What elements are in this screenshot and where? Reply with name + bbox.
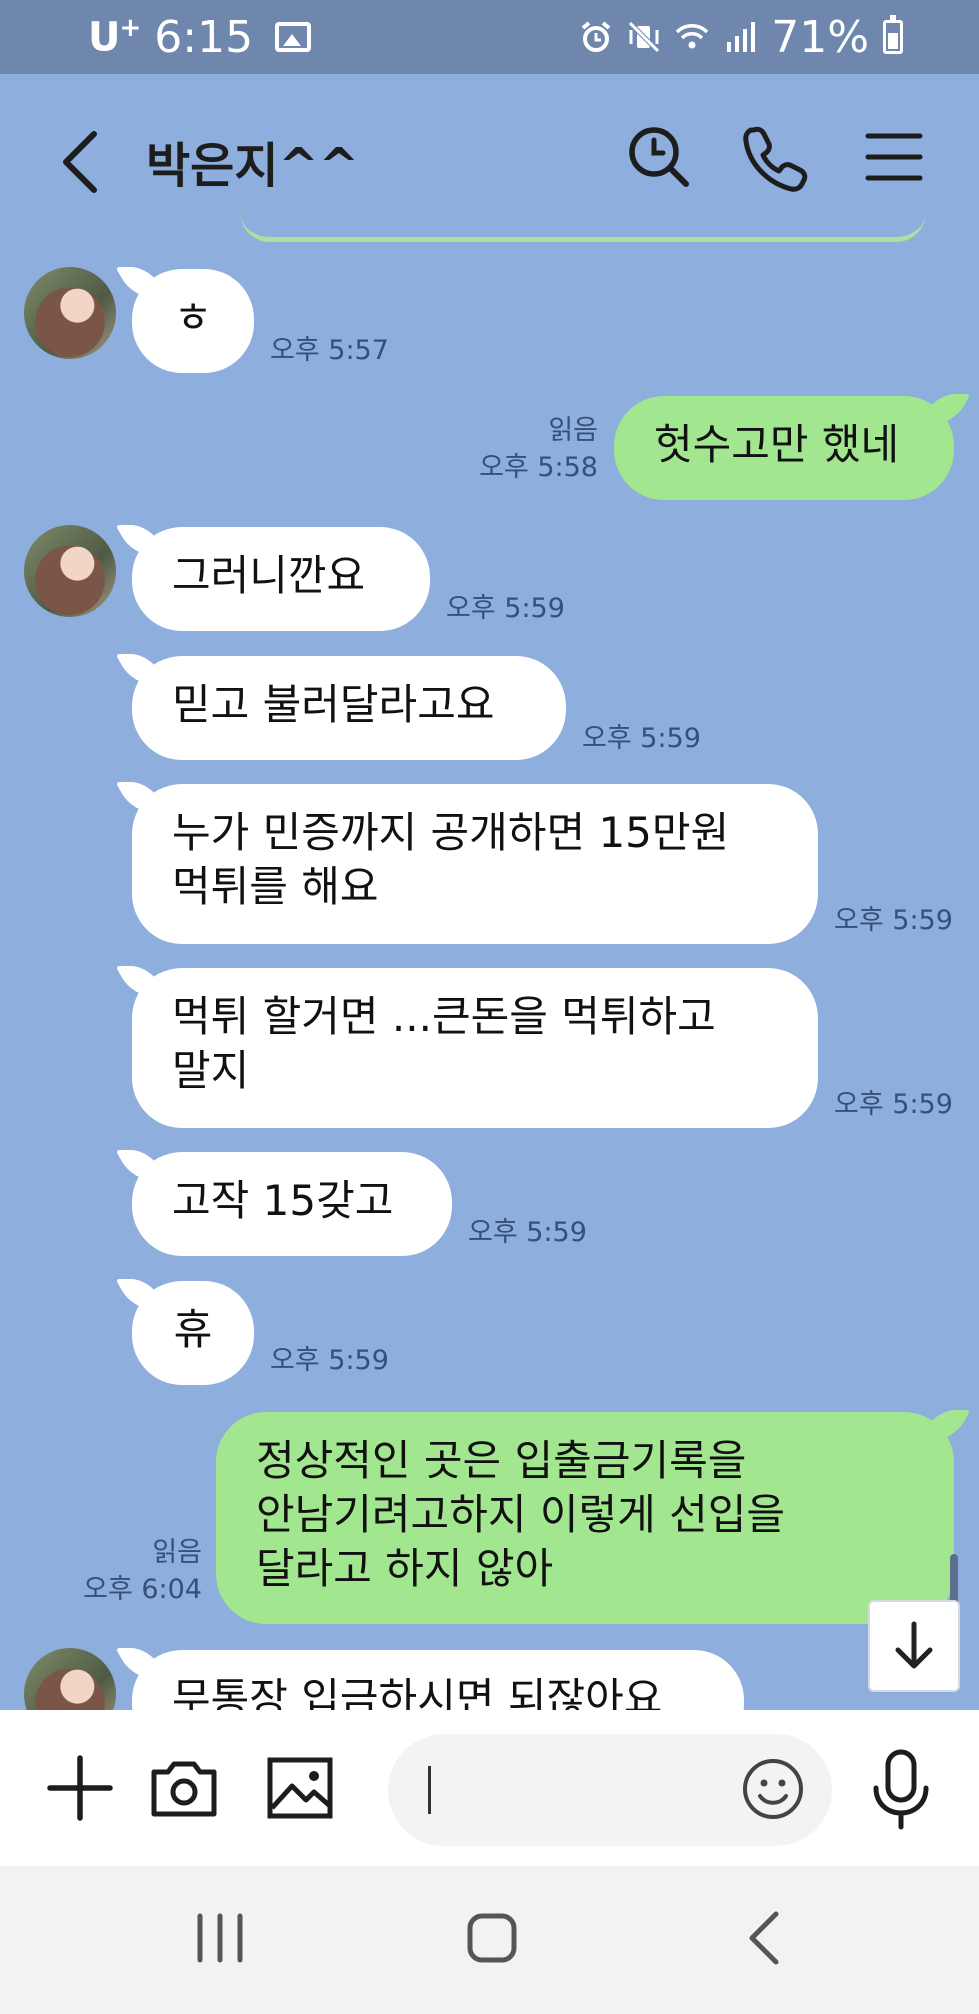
scroll-to-bottom-button[interactable] (868, 1600, 960, 1692)
search-icon[interactable] (624, 122, 694, 192)
message-input-bar (0, 1710, 979, 1866)
message-bubble-incoming[interactable]: 먹튀 할거면 ...큰돈을 먹튀하고 말지 (132, 968, 818, 1128)
message-bubble-outgoing[interactable]: 헛수고만 했네 (614, 396, 954, 500)
nav-back-icon[interactable] (730, 1908, 802, 1968)
message-meta: 읽음 오후 6:04 (40, 1534, 202, 1608)
read-receipt: 읽음 (548, 415, 598, 446)
message-time: 오후 6:04 (83, 1574, 202, 1605)
system-navigation-bar (0, 1866, 979, 2014)
message-bubble-incoming[interactable]: 무통장 입금하시면 되잖아요 (132, 1650, 744, 1710)
message-time: 오후 5:58 (479, 452, 598, 483)
message-time: 오후 5:59 (834, 905, 953, 936)
gallery-icon[interactable] (262, 1750, 338, 1826)
emoji-icon[interactable] (740, 1756, 806, 1822)
camera-icon[interactable] (146, 1750, 222, 1826)
message-time: 오후 5:57 (270, 335, 389, 366)
carrier-sup: + (119, 13, 141, 44)
message-time: 오후 5:59 (446, 593, 565, 624)
contact-avatar[interactable] (24, 267, 116, 359)
message-bubble-outgoing[interactable]: 정상적인 곳은 입출금기록을 안남기려고하지 이렇게 선입을 달라고 하지 않아 (216, 1412, 954, 1624)
message-time: 오후 5:59 (468, 1217, 587, 1248)
signal-icon (727, 22, 756, 52)
home-icon[interactable] (456, 1908, 528, 1968)
status-bar: U+ 6:15 71% (0, 0, 979, 74)
carrier-text: U (88, 14, 121, 61)
battery-icon (883, 15, 903, 54)
text-caret (428, 1766, 431, 1814)
battery-percent: 71% (771, 11, 869, 63)
chat-header: 박은지^^ (0, 74, 979, 244)
plus-icon[interactable] (42, 1750, 118, 1826)
contact-avatar[interactable] (24, 525, 116, 617)
screenshot-notification-icon (275, 22, 312, 52)
status-left: U+ 6:15 (88, 11, 312, 63)
wifi-icon (675, 24, 709, 49)
message-time: 오후 5:59 (582, 723, 701, 754)
status-right: 71% (579, 11, 903, 63)
arrow-down-icon (895, 1621, 933, 1669)
menu-icon[interactable] (858, 122, 928, 192)
chat-title: 박은지^^ (146, 138, 359, 194)
message-bubble-incoming[interactable]: 휴 (132, 1281, 254, 1385)
microphone-icon[interactable] (866, 1748, 936, 1832)
message-bubble-incoming[interactable]: 그러니깐요 (132, 527, 430, 631)
read-receipt: 읽음 (152, 1537, 202, 1568)
carrier-label: U+ (88, 13, 141, 61)
vibrate-mute-icon (628, 21, 660, 53)
phone-icon[interactable] (740, 122, 810, 192)
clock: 6:15 (154, 11, 254, 63)
alarm-icon (581, 21, 611, 52)
message-meta: 읽음 오후 5:58 (440, 412, 598, 486)
message-bubble-incoming[interactable]: 고작 15갖고 (132, 1152, 452, 1256)
message-list[interactable]: ㅎ 오후 5:57 읽음 오후 5:58 헛수고만 했네 그러니깐요 오후 5:… (0, 244, 979, 1710)
recent-apps-icon[interactable] (184, 1908, 256, 1968)
message-time: 오후 5:59 (834, 1089, 953, 1120)
message-time: 오후 5:59 (270, 1345, 389, 1376)
contact-avatar[interactable] (24, 1648, 116, 1710)
back-arrow-icon[interactable] (52, 122, 112, 202)
message-bubble-incoming[interactable]: 믿고 불러달라고요 (132, 656, 566, 760)
message-bubble-incoming[interactable]: 누가 민증까지 공개하면 15만원 먹튀를 해요 (132, 784, 818, 944)
message-bubble-incoming[interactable]: ㅎ (132, 269, 254, 373)
